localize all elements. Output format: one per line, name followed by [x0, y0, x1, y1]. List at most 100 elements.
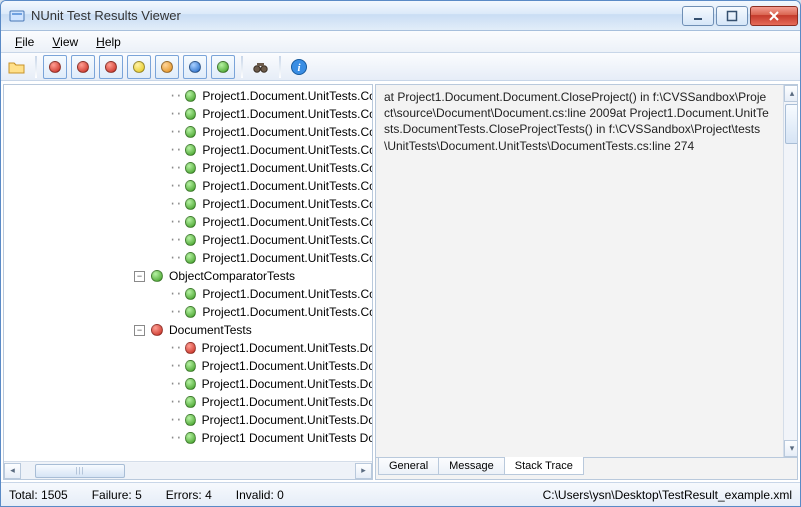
open-file-button[interactable]	[5, 55, 29, 79]
scroll-down-button[interactable]: ▾	[784, 440, 798, 457]
tree-node[interactable]: ··Project1.Document.UnitTests.Comp	[4, 105, 372, 123]
tab-message[interactable]: Message	[438, 458, 505, 475]
expander-icon[interactable]: −	[134, 271, 145, 282]
filter-yellow-button[interactable]	[127, 55, 151, 79]
filter-red-2-button[interactable]	[71, 55, 95, 79]
circle-red-icon	[49, 61, 61, 73]
tree-connector: ··	[169, 341, 181, 355]
filter-orange-button[interactable]	[155, 55, 179, 79]
tree-node[interactable]: ·· Project1.Document.UnitTests.Comp	[4, 213, 372, 231]
tab-stack-trace[interactable]: Stack Trace	[504, 457, 584, 475]
tree-node[interactable]: ·· Project1.Document.UnitTests.Comp	[4, 303, 372, 321]
status-green-icon	[185, 108, 196, 120]
tree-node-label: Project1.Document.UnitTests.Comp	[202, 197, 372, 211]
tree-connector: ··	[169, 107, 181, 121]
status-red-icon	[151, 324, 163, 336]
menu-view[interactable]: View	[44, 33, 86, 51]
tree-node[interactable]: ··Project1.Document.UnitTests.Documen	[4, 393, 372, 411]
tree-connector: ··	[169, 287, 181, 301]
maximize-button[interactable]	[716, 6, 748, 26]
tree-node[interactable]: ··Project1.Document.UnitTests.Comp	[4, 231, 372, 249]
tree-node[interactable]: ··Project1 Document UnitTests Documen	[4, 429, 372, 447]
tree-connector: ··	[169, 89, 181, 103]
test-tree: ··Project1.Document.UnitTests.Comp··Proj…	[4, 85, 372, 461]
tree-node[interactable]: −ObjectComparatorTests	[4, 267, 372, 285]
scroll-track[interactable]	[784, 102, 798, 440]
circle-yellow-icon	[133, 61, 145, 73]
status-errors: Errors: 4	[166, 488, 212, 502]
expander-icon[interactable]: −	[134, 325, 145, 336]
status-green-icon	[185, 414, 195, 426]
tree-node[interactable]: − DocumentTests	[4, 321, 372, 339]
tree-node[interactable]: ·· Project1.Document.UnitTests.Comp	[4, 195, 372, 213]
filter-blue-button[interactable]	[183, 55, 207, 79]
tree-node[interactable]: ·· Project1.Document.UnitTests.Documen	[4, 411, 372, 429]
tree-node[interactable]: ·· Project1.Document.UnitTests.Comp	[4, 123, 372, 141]
tree-connector: ··	[169, 413, 181, 427]
vertical-scrollbar[interactable]: ▴ ▾	[783, 85, 798, 457]
find-button[interactable]	[249, 55, 273, 79]
tree-node-label: Project1.Document.UnitTests.Comp	[202, 215, 372, 229]
tree-node-label: Project1.Document.UnitTests.Comp	[202, 305, 372, 319]
status-green-icon	[185, 180, 196, 192]
detail-text-area[interactable]: at Project1.Document.Document.CloseProje…	[375, 84, 798, 458]
tree-node[interactable]: ·· Project1.Document.UnitTests.Documen	[4, 339, 372, 357]
scroll-thumb[interactable]	[35, 464, 125, 478]
tree-connector: ··	[169, 143, 181, 157]
about-button[interactable]: i	[287, 55, 311, 79]
status-green-icon	[185, 378, 195, 390]
tree-node[interactable]: ·· Project1.Document.UnitTests.Comp	[4, 285, 372, 303]
menu-file[interactable]: File	[7, 33, 42, 51]
status-green-icon	[151, 270, 163, 282]
tree-connector: ··	[169, 215, 181, 229]
tree-node[interactable]: ··Project1.Document.UnitTests.Comp	[4, 159, 372, 177]
tree-node[interactable]: ··Project1.Document.UnitTests.Comp	[4, 249, 372, 267]
tree-node-label: Project1.Document.UnitTests.Comp	[202, 287, 372, 301]
scroll-up-button[interactable]: ▴	[784, 85, 798, 102]
tree-node-label: Project1.Document.UnitTests.Documen	[202, 341, 372, 355]
tree-connector: ··	[169, 395, 181, 409]
tree-pane: ··Project1.Document.UnitTests.Comp··Proj…	[3, 84, 373, 480]
filter-red-3-button[interactable]	[99, 55, 123, 79]
tree-node-label: Project1.Document.UnitTests.Documen	[202, 413, 372, 427]
status-green-icon	[185, 90, 196, 102]
tree-connector: ··	[169, 197, 181, 211]
horizontal-scrollbar[interactable]: ◂ ▸	[4, 461, 372, 479]
scroll-track[interactable]	[21, 463, 355, 479]
tree-connector: ··	[169, 305, 181, 319]
titlebar[interactable]: NUnit Test Results Viewer	[1, 1, 800, 31]
menu-help[interactable]: Help	[88, 33, 129, 51]
scroll-right-button[interactable]: ▸	[355, 463, 372, 479]
stack-trace-text: at Project1.Document.Document.CloseProje…	[384, 89, 789, 154]
filter-green-button[interactable]	[211, 55, 235, 79]
tree-node[interactable]: ··Project1.Document.UnitTests.Comp	[4, 87, 372, 105]
toolbar-separator	[279, 56, 281, 78]
status-green-icon	[185, 234, 196, 246]
circle-red-icon	[105, 61, 117, 73]
tree-scroll-area[interactable]: ··Project1.Document.UnitTests.Comp··Proj…	[4, 85, 372, 461]
tree-connector: ··	[169, 125, 181, 139]
minimize-button[interactable]	[682, 6, 714, 26]
filter-red-1-button[interactable]	[43, 55, 67, 79]
tree-node[interactable]: ··Project1.Document.UnitTests.Comp	[4, 141, 372, 159]
tree-node[interactable]: ··Project1.Document.UnitTests.Documen	[4, 375, 372, 393]
status-green-icon	[185, 396, 195, 408]
status-filepath: C:\Users\ysn\Desktop\TestResult_example.…	[543, 488, 792, 502]
tree-node-label: DocumentTests	[169, 323, 252, 337]
circle-red-icon	[77, 61, 89, 73]
circle-orange-icon	[161, 61, 173, 73]
close-button[interactable]	[750, 6, 798, 26]
tree-node-label: Project1.Document.UnitTests.Comp	[202, 125, 372, 139]
tab-general[interactable]: General	[378, 458, 439, 475]
status-green-icon	[185, 144, 196, 156]
scroll-thumb[interactable]	[785, 104, 798, 144]
tree-node[interactable]: ··Project1.Document.UnitTests.Comp	[4, 177, 372, 195]
toolbar-separator	[241, 56, 243, 78]
status-failure: Failure: 5	[92, 488, 142, 502]
tree-connector: ··	[169, 233, 181, 247]
tree-node[interactable]: ··Project1.Document.UnitTests.Documen	[4, 357, 372, 375]
client-area: ··Project1.Document.UnitTests.Comp··Proj…	[1, 81, 800, 482]
status-green-icon	[185, 126, 196, 138]
scroll-left-button[interactable]: ◂	[4, 463, 21, 479]
status-green-icon	[185, 252, 196, 264]
